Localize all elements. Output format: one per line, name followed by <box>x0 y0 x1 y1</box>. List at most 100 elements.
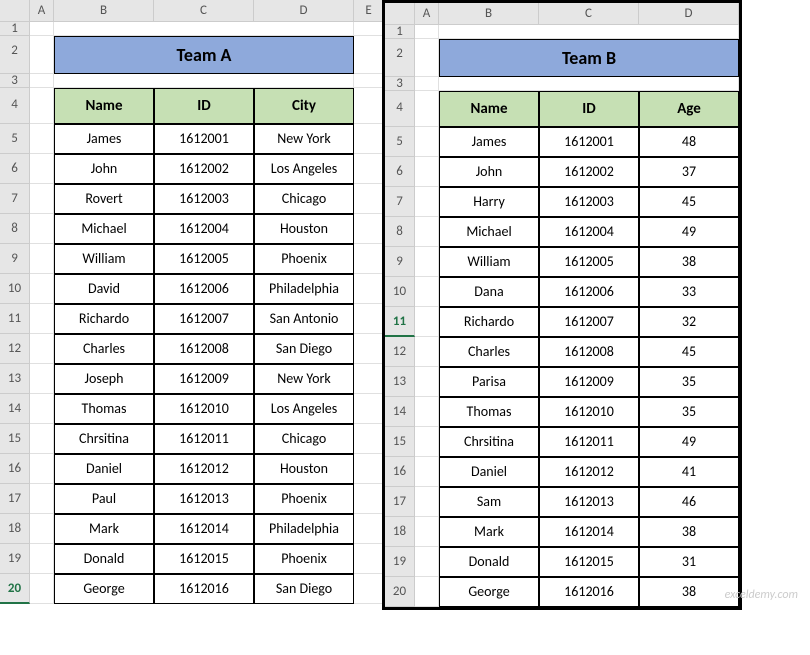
cell[interactable] <box>415 517 439 547</box>
cell[interactable] <box>354 124 384 154</box>
table-data-cell[interactable]: 1612015 <box>154 544 254 574</box>
table-data-cell[interactable]: Los Angeles <box>254 394 354 424</box>
table-data-cell[interactable]: James <box>439 127 539 157</box>
table-data-cell[interactable]: Daniel <box>54 454 154 484</box>
cell[interactable] <box>30 544 54 574</box>
table-title[interactable]: Team B <box>439 39 739 77</box>
cell[interactable] <box>354 184 384 214</box>
cell[interactable] <box>415 337 439 367</box>
table-data-cell[interactable]: Sam <box>439 487 539 517</box>
row-header[interactable]: 15 <box>385 427 415 457</box>
table-header-cell[interactable]: ID <box>539 91 639 127</box>
cell[interactable] <box>354 274 384 304</box>
row-header[interactable]: 15 <box>0 424 30 454</box>
table-data-cell[interactable]: 1612011 <box>539 427 639 457</box>
cell[interactable] <box>30 36 54 74</box>
table-data-cell[interactable]: 33 <box>639 277 739 307</box>
table-data-cell[interactable]: 1612005 <box>539 247 639 277</box>
row-header[interactable]: 12 <box>385 337 415 367</box>
row-header[interactable]: 16 <box>0 454 30 484</box>
column-header[interactable]: C <box>154 0 254 22</box>
cell[interactable] <box>415 247 439 277</box>
table-data-cell[interactable]: 1612007 <box>154 304 254 334</box>
table-data-cell[interactable]: Parisa <box>439 367 539 397</box>
cell[interactable] <box>415 487 439 517</box>
table-data-cell[interactable]: Thomas <box>54 394 154 424</box>
table-data-cell[interactable]: Chrsitina <box>439 427 539 457</box>
cell[interactable] <box>415 427 439 457</box>
table-data-cell[interactable]: 1612016 <box>539 577 639 607</box>
cell[interactable] <box>30 244 54 274</box>
table-data-cell[interactable]: Michael <box>439 217 539 247</box>
cell[interactable] <box>354 36 384 74</box>
cell[interactable] <box>354 424 384 454</box>
row-header[interactable]: 7 <box>0 184 30 214</box>
table-data-cell[interactable]: Dana <box>439 277 539 307</box>
row-header[interactable]: 1 <box>385 25 415 39</box>
table-data-cell[interactable]: 1612014 <box>539 517 639 547</box>
table-data-cell[interactable]: George <box>54 574 154 604</box>
table-data-cell[interactable]: Phoenix <box>254 244 354 274</box>
select-all-corner[interactable] <box>385 3 415 25</box>
cell[interactable] <box>30 124 54 154</box>
cell[interactable] <box>415 397 439 427</box>
cell[interactable] <box>415 217 439 247</box>
table-data-cell[interactable]: George <box>439 577 539 607</box>
table-data-cell[interactable]: 1612005 <box>154 244 254 274</box>
table-data-cell[interactable]: Chicago <box>254 184 354 214</box>
table-data-cell[interactable]: Michael <box>54 214 154 244</box>
row-header[interactable]: 2 <box>385 39 415 77</box>
table-data-cell[interactable]: New York <box>254 364 354 394</box>
table-data-cell[interactable]: William <box>439 247 539 277</box>
table-data-cell[interactable]: 1612003 <box>154 184 254 214</box>
table-data-cell[interactable]: 45 <box>639 337 739 367</box>
column-header[interactable]: A <box>30 0 54 22</box>
row-header[interactable]: 13 <box>0 364 30 394</box>
table-data-cell[interactable]: Houston <box>254 214 354 244</box>
table-header-cell[interactable]: Age <box>639 91 739 127</box>
row-header[interactable]: 7 <box>385 187 415 217</box>
table-data-cell[interactable]: New York <box>254 124 354 154</box>
row-header[interactable]: 14 <box>385 397 415 427</box>
cell[interactable] <box>30 214 54 244</box>
table-data-cell[interactable]: Mark <box>54 514 154 544</box>
column-header[interactable]: A <box>415 3 439 25</box>
table-data-cell[interactable]: Thomas <box>439 397 539 427</box>
cell[interactable] <box>54 22 354 36</box>
cell[interactable] <box>415 157 439 187</box>
table-data-cell[interactable]: John <box>54 154 154 184</box>
row-header[interactable]: 18 <box>385 517 415 547</box>
table-data-cell[interactable]: San Diego <box>254 334 354 364</box>
table-data-cell[interactable]: 48 <box>639 127 739 157</box>
row-header[interactable]: 8 <box>385 217 415 247</box>
cell[interactable] <box>354 304 384 334</box>
cell[interactable] <box>354 514 384 544</box>
table-header-cell[interactable]: ID <box>154 88 254 124</box>
table-data-cell[interactable]: Richardo <box>54 304 154 334</box>
cell[interactable] <box>30 514 54 544</box>
cell[interactable] <box>354 22 384 36</box>
cell[interactable] <box>415 307 439 337</box>
table-data-cell[interactable]: 1612012 <box>539 457 639 487</box>
row-header[interactable]: 20 <box>0 574 30 604</box>
cell[interactable] <box>30 364 54 394</box>
table-data-cell[interactable]: Phoenix <box>254 484 354 514</box>
row-header[interactable]: 5 <box>0 124 30 154</box>
table-header-cell[interactable]: City <box>254 88 354 124</box>
table-data-cell[interactable]: Donald <box>439 547 539 577</box>
cell[interactable] <box>354 574 384 604</box>
cell[interactable] <box>439 25 739 39</box>
cell[interactable] <box>30 454 54 484</box>
row-header[interactable]: 16 <box>385 457 415 487</box>
row-header[interactable]: 8 <box>0 214 30 244</box>
table-data-cell[interactable]: 38 <box>639 247 739 277</box>
cell[interactable] <box>54 74 354 88</box>
cell[interactable] <box>30 334 54 364</box>
cell[interactable] <box>415 367 439 397</box>
cell[interactable] <box>354 74 384 88</box>
row-header[interactable]: 14 <box>0 394 30 424</box>
cell[interactable] <box>30 184 54 214</box>
table-data-cell[interactable]: 32 <box>639 307 739 337</box>
table-data-cell[interactable]: Daniel <box>439 457 539 487</box>
row-header[interactable]: 4 <box>385 91 415 127</box>
